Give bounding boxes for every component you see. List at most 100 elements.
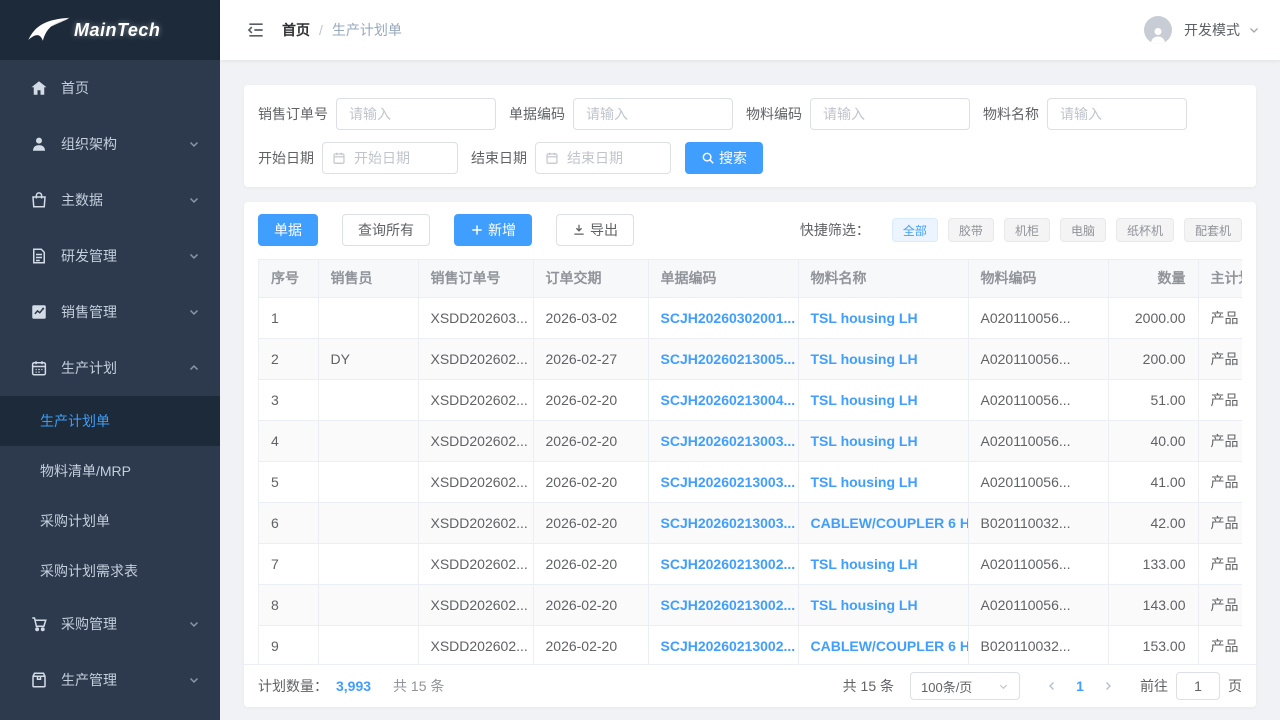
- next-page-button[interactable]: [1096, 672, 1120, 700]
- sidebar-subitem-purchase-demand[interactable]: 采购计划需求表: [0, 546, 220, 596]
- sidebar-item-org[interactable]: 组织架构: [0, 116, 220, 172]
- sidebar-collapse-icon[interactable]: [246, 20, 266, 40]
- material-name-link[interactable]: CABLEW/COUPLER 6 HE: [811, 638, 969, 654]
- quick-filter-supporting-machine[interactable]: 配套机: [1184, 218, 1242, 242]
- cell-qty: 133.00: [1108, 543, 1198, 584]
- sidebar-item-master-data[interactable]: 主数据: [0, 172, 220, 228]
- sidebar-item-production-plan[interactable]: 生产计划: [0, 340, 220, 396]
- table-row: 5 XSDD202602... 2026-02-20 SCJH202602130…: [259, 461, 1242, 502]
- add-button[interactable]: 新增: [454, 214, 532, 246]
- chevron-down-icon: [188, 674, 200, 686]
- cell-delivery-date: 2026-02-20: [533, 379, 648, 420]
- goto-page-input[interactable]: [1176, 672, 1220, 700]
- cell-salesperson: [318, 502, 418, 543]
- goto-suffix: 页: [1228, 676, 1242, 696]
- cell-plan-type: 产品: [1198, 338, 1242, 379]
- material-code-input[interactable]: [810, 98, 970, 130]
- material-name-link[interactable]: TSL housing LH: [811, 351, 918, 367]
- export-button[interactable]: 导出: [556, 214, 634, 246]
- col-doc-code: 单据编码: [648, 260, 798, 297]
- user-menu[interactable]: 开发模式: [1144, 16, 1260, 44]
- page-number-1[interactable]: 1: [1068, 678, 1092, 694]
- chevron-down-icon: [188, 138, 200, 150]
- material-name-link[interactable]: TSL housing LH: [811, 310, 918, 326]
- document-icon: [30, 247, 48, 265]
- total-count: 共 15 条: [843, 676, 894, 696]
- start-date-input[interactable]: [322, 142, 458, 174]
- filter-end-date: 结束日期: [471, 142, 671, 174]
- table-row: 7 XSDD202602... 2026-02-20 SCJH202602130…: [259, 543, 1242, 584]
- doc-code-link[interactable]: SCJH20260213005...: [661, 351, 796, 367]
- material-name-link[interactable]: TSL housing LH: [811, 597, 918, 613]
- sidebar-subitem-label: 生产计划单: [40, 411, 110, 431]
- cell-sales-order: XSDD202602...: [418, 461, 533, 502]
- cell-material-code: A020110056...: [968, 379, 1108, 420]
- sidebar-item-label: 生产管理: [61, 670, 117, 690]
- sidebar-item-rnd[interactable]: 研发管理: [0, 228, 220, 284]
- total-count-left: 共 15 条: [393, 676, 444, 696]
- doc-code-input[interactable]: [573, 98, 733, 130]
- quick-filter-computer[interactable]: 电脑: [1060, 218, 1106, 242]
- cell-salesperson: [318, 379, 418, 420]
- doc-code-link[interactable]: SCJH20260302001...: [661, 310, 796, 326]
- pagination: 共 15 条 100条/页 1 前往: [843, 672, 1242, 700]
- topbar: 首页 / 生产计划单 开发模式: [220, 0, 1280, 60]
- material-name-link[interactable]: TSL housing LH: [811, 392, 918, 408]
- query-all-button[interactable]: 查询所有: [342, 214, 430, 246]
- material-name-link[interactable]: TSL housing LH: [811, 474, 918, 490]
- cell-plan-type: 产品: [1198, 625, 1242, 664]
- quick-filter-cabinet[interactable]: 机柜: [1004, 218, 1050, 242]
- sidebar-item-procurement[interactable]: 采购管理: [0, 596, 220, 652]
- sidebar: MainTech 首页 组织架构 主数据: [0, 0, 220, 720]
- quick-filter-papercup-machine[interactable]: 纸杯机: [1116, 218, 1174, 242]
- sidebar-subitem-bom-mrp[interactable]: 物料清单/MRP: [0, 446, 220, 496]
- doc-button[interactable]: 单据: [258, 214, 318, 246]
- doc-code-link[interactable]: SCJH20260213003...: [661, 515, 796, 531]
- doc-code-link[interactable]: SCJH20260213002...: [661, 597, 796, 613]
- query-all-button-label: 查询所有: [358, 220, 414, 240]
- cell-seq: 9: [259, 625, 318, 664]
- cell-delivery-date: 2026-02-20: [533, 543, 648, 584]
- sidebar-item-label: 采购管理: [61, 614, 117, 634]
- dev-mode-label: 开发模式: [1184, 20, 1240, 40]
- quick-filter-label: 快捷筛选：: [800, 220, 870, 240]
- doc-code-link[interactable]: SCJH20260213003...: [661, 474, 796, 490]
- sidebar-item-sales[interactable]: 销售管理: [0, 284, 220, 340]
- sidebar-item-home[interactable]: 首页: [0, 60, 220, 116]
- chevron-down-icon: [1248, 24, 1260, 36]
- avatar: [1144, 16, 1172, 44]
- material-name-link[interactable]: TSL housing LH: [811, 433, 918, 449]
- page-size-value: 100条/页: [921, 677, 972, 696]
- cell-qty: 143.00: [1108, 584, 1198, 625]
- cell-seq: 8: [259, 584, 318, 625]
- filter-sales-order: 销售订单号: [258, 98, 496, 130]
- cell-delivery-date: 2026-02-20: [533, 502, 648, 543]
- sidebar-item-production-mgmt[interactable]: 生产管理: [0, 652, 220, 708]
- material-name-input[interactable]: [1047, 98, 1187, 130]
- chip-label: 胶带: [959, 222, 983, 239]
- plus-icon: [470, 223, 484, 237]
- search-button[interactable]: 搜索: [685, 142, 763, 174]
- quick-filter-tape[interactable]: 胶带: [948, 218, 994, 242]
- doc-code-link[interactable]: SCJH20260213002...: [661, 638, 796, 654]
- doc-code-link[interactable]: SCJH20260213002...: [661, 556, 796, 572]
- prev-page-button[interactable]: [1040, 672, 1064, 700]
- end-date-input[interactable]: [535, 142, 671, 174]
- sales-order-input[interactable]: [336, 98, 496, 130]
- chevron-up-icon: [188, 362, 200, 374]
- cell-sales-order: XSDD202602...: [418, 625, 533, 664]
- material-name-link[interactable]: TSL housing LH: [811, 556, 918, 572]
- doc-code-link[interactable]: SCJH20260213004...: [661, 392, 796, 408]
- breadcrumb-home-link[interactable]: 首页: [282, 20, 310, 40]
- cell-qty: 153.00: [1108, 625, 1198, 664]
- page-size-select[interactable]: 100条/页: [910, 672, 1020, 700]
- doc-code-link[interactable]: SCJH20260213003...: [661, 433, 796, 449]
- filter-label: 物料编码: [746, 104, 802, 124]
- cart-icon: [30, 615, 48, 633]
- material-name-link[interactable]: CABLEW/COUPLER 6 HE: [811, 515, 969, 531]
- quick-filter-all[interactable]: 全部: [892, 218, 938, 242]
- sidebar-subitem-production-plan-order[interactable]: 生产计划单: [0, 396, 220, 446]
- sidebar-subitem-purchase-plan[interactable]: 采购计划单: [0, 496, 220, 546]
- sidebar-subitem-label: 物料清单/MRP: [40, 461, 131, 481]
- breadcrumb-separator: /: [319, 22, 323, 38]
